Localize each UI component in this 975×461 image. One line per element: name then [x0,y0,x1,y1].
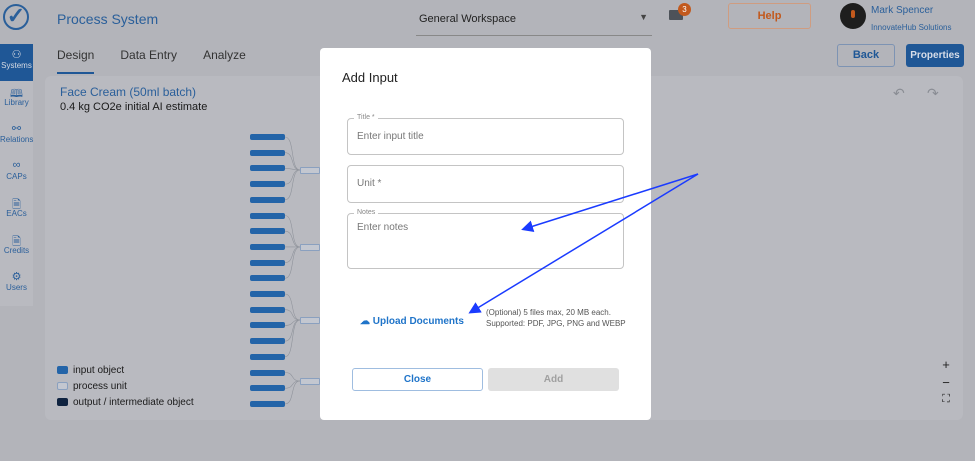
dialog-title: Add Input [342,70,398,85]
workspace-value: General Workspace [419,13,517,25]
system-title: Face Cream (50ml batch) [60,85,197,99]
input-object-node[interactable] [250,291,285,297]
zoom-out-button[interactable]: − [937,375,955,393]
sidebar-label: CAPs [6,172,27,181]
input-object-node[interactable] [250,212,285,219]
zoom-in-button[interactable]: + [937,357,955,375]
user-org: InnovateHub Solutions [871,23,952,32]
legend-item: process unit [57,378,194,394]
undo-icon[interactable]: ↶ [893,85,905,102]
tab-analyze[interactable]: Analyze [203,48,246,74]
input-object-node[interactable] [250,181,285,188]
caps-icon: ∞ [12,159,21,171]
app-title: Process System [57,11,159,27]
legend-swatch [57,382,68,390]
title-placeholder: Enter input title [357,131,424,142]
book-icon: 🕮 [10,88,23,100]
input-object-node[interactable] [250,322,285,329]
redo-icon[interactable]: ↷ [927,85,939,102]
users-icon: ⚙ [11,271,22,283]
add-input-dialog: Add Input Title * Enter input title Unit… [320,48,651,420]
chevron-down-icon: ▼ [639,12,648,22]
input-object-node[interactable] [250,149,285,156]
sidebar-label: Library [4,98,29,107]
input-object-node[interactable] [250,228,285,235]
title-label: Title * [354,113,378,123]
sidebar: ⚇ Systems 🕮 Library ⚯ Relations ∞ CAPs 🗎 EACs… [0,44,33,306]
user-name[interactable]: Mark Spencer [871,5,933,16]
avatar[interactable] [840,3,866,29]
tabs: Design Data Entry Analyze [57,48,246,74]
legend-item: input object [57,362,194,378]
upload-documents-button[interactable]: ☁ Upload Documents [360,316,464,327]
input-object-node[interactable] [250,385,285,392]
legend: input object process unit output / inter… [57,362,194,410]
relations-icon: ⚯ [11,123,22,135]
app-logo: ✓ [3,4,29,30]
sidebar-item-eacs[interactable]: 🗎 EACs [0,192,33,229]
legend-swatch [57,398,68,406]
sidebar-label: Relations [0,135,34,144]
sidebar-item-credits[interactable]: 🗎 Credits [0,229,33,266]
sidebar-label: EACs [6,209,27,218]
upload-label: Upload Documents [372,316,464,327]
input-object-node[interactable] [250,165,285,172]
properties-button[interactable]: Properties [906,44,964,67]
sidebar-item-systems[interactable]: ⚇ Systems [0,44,33,81]
mail-count-badge: 3 [678,3,691,16]
systems-icon: ⚇ [11,49,22,61]
back-button[interactable]: Back [837,44,895,67]
cloud-upload-icon: ☁ [360,316,370,327]
input-object-node[interactable] [250,275,285,282]
input-object-node[interactable] [250,243,285,250]
document-icon: 🗎 [12,199,21,211]
notes-textarea[interactable]: Notes Enter notes [347,208,624,269]
input-object-node[interactable] [250,338,285,345]
process-unit-node[interactable] [300,167,320,174]
help-button[interactable]: Help [728,3,811,29]
system-subtitle: 0.4 kg CO2e initial AI estimate [60,101,208,113]
input-object-node[interactable] [250,196,285,203]
close-button[interactable]: Close [352,368,483,391]
legend-label: output / intermediate object [73,396,194,408]
input-object-node[interactable] [250,369,285,376]
sidebar-label: Systems [1,61,32,70]
process-unit-node[interactable] [300,317,320,324]
document-icon: 🗎 [12,236,21,248]
zoom-controls: + − ⛶ [937,357,955,411]
input-object-node[interactable] [250,400,285,407]
workspace-select[interactable]: General Workspace ▼ [416,8,652,36]
notes-placeholder: Enter notes [357,222,409,233]
input-object-node[interactable] [250,259,285,266]
legend-label: input object [73,364,125,376]
input-object-node[interactable] [250,306,285,313]
sidebar-item-users[interactable]: ⚙ Users [0,266,33,303]
sidebar-item-caps[interactable]: ∞ CAPs [0,155,33,192]
notes-label: Notes [354,208,379,218]
process-unit-node[interactable] [300,244,320,251]
sidebar-label: Credits [3,246,30,255]
sidebar-label: Users [6,283,27,292]
process-unit-node[interactable] [300,378,320,385]
sidebar-item-relations[interactable]: ⚯ Relations [0,118,33,155]
add-button[interactable]: Add [488,368,619,391]
legend-swatch [57,366,68,374]
upload-hint: (Optional) 5 files max, 20 MB each. Supp… [486,308,626,328]
legend-label: process unit [73,380,127,392]
input-object-node[interactable] [250,353,285,360]
unit-input[interactable]: Unit * [347,165,624,203]
unit-placeholder: Unit * [357,178,382,189]
tab-data-entry[interactable]: Data Entry [120,48,177,74]
legend-item: output / intermediate object [57,394,194,410]
sidebar-item-library[interactable]: 🕮 Library [0,81,33,118]
input-object-node[interactable] [250,134,285,140]
title-input[interactable]: Title * Enter input title [347,113,624,155]
tab-design[interactable]: Design [57,48,95,74]
fit-view-button[interactable]: ⛶ [937,393,955,411]
